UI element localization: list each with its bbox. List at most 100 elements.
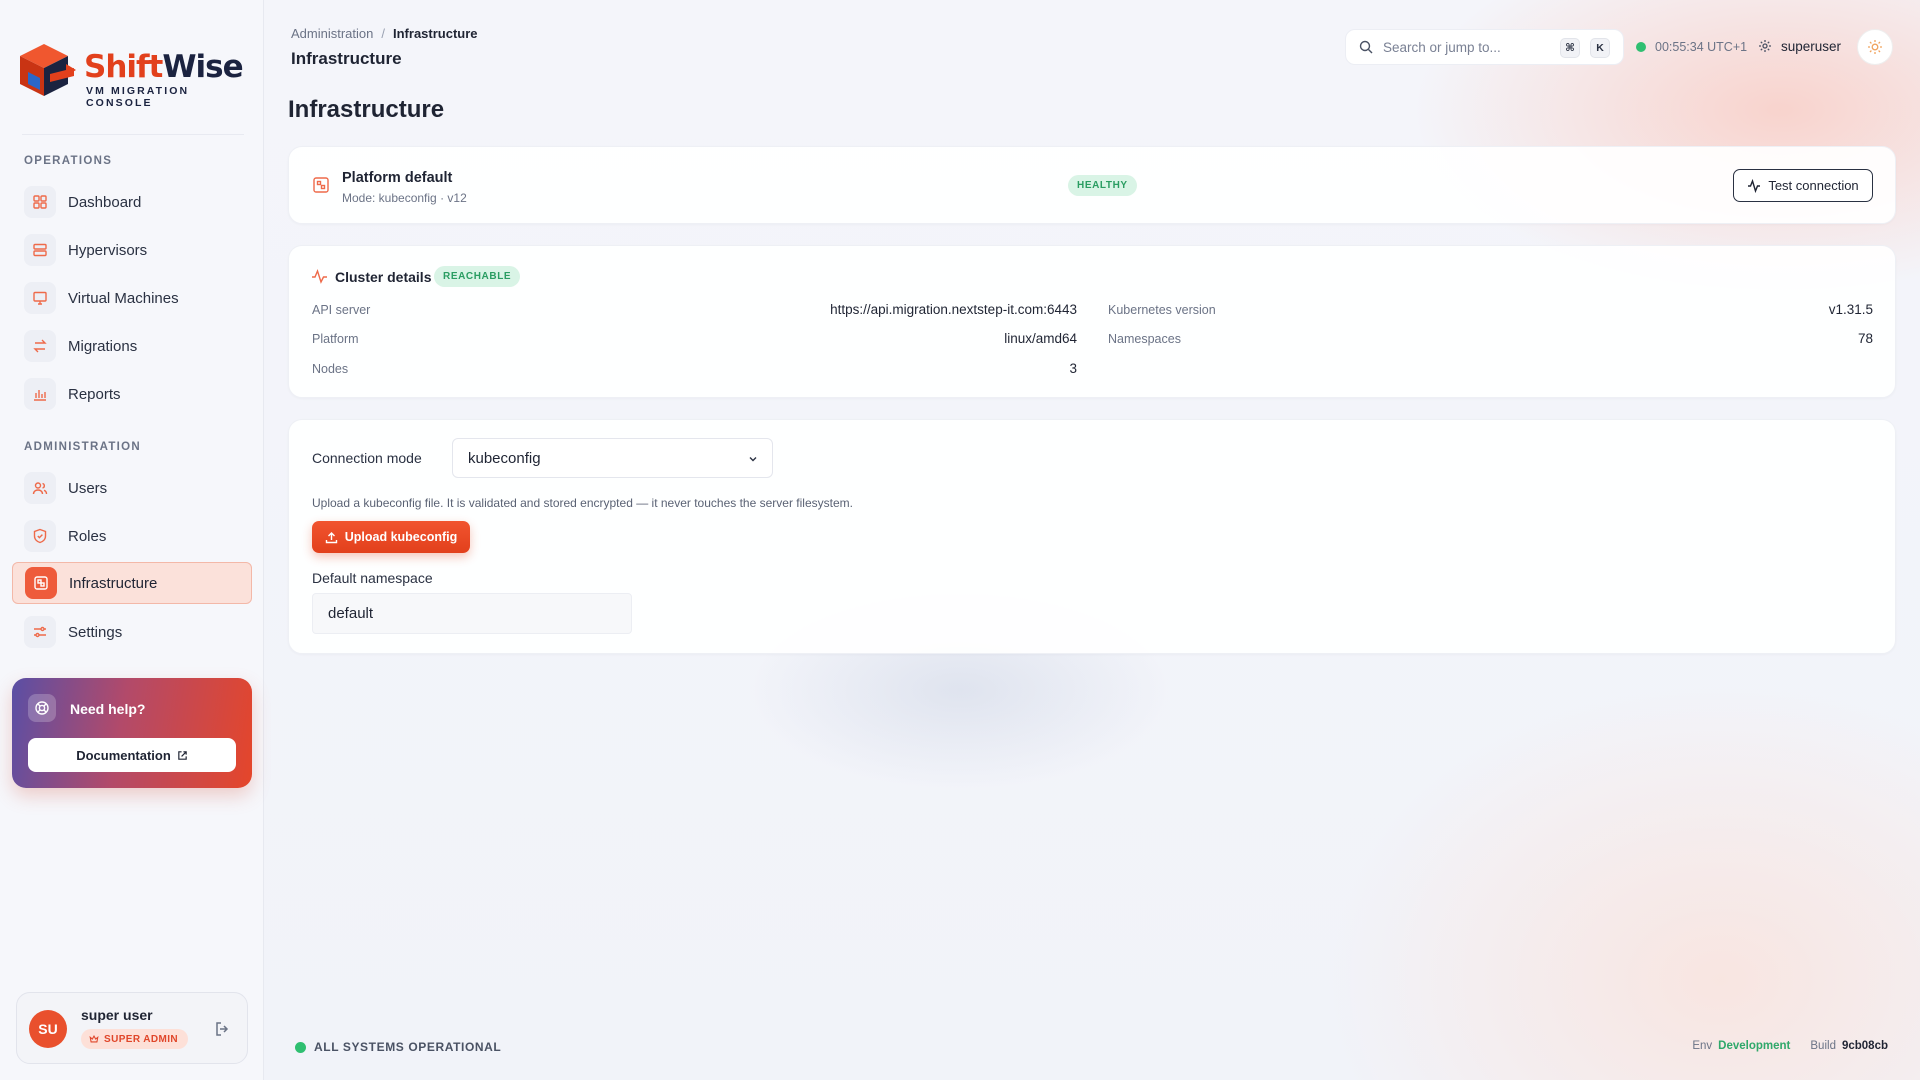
- brand-subtitle: VM MIGRATION CONSOLE: [86, 85, 190, 109]
- build-label: Build: [1810, 1040, 1836, 1052]
- shield-icon: [24, 520, 56, 552]
- help-card: Need help? Documentation: [12, 678, 252, 788]
- cluster-details-title: Cluster details: [335, 269, 432, 285]
- page-title: Infrastructure: [288, 96, 445, 123]
- namespaces-value: 78: [1857, 331, 1873, 346]
- connection-card: Connection mode kubeconfig Upload a kube…: [288, 419, 1896, 654]
- platform-card: Platform default Mode: kubeconfig · v12 …: [288, 146, 1896, 224]
- users-icon: [24, 472, 56, 504]
- sun-icon: [1868, 40, 1882, 54]
- sidebar-item-settings[interactable]: Settings: [12, 611, 252, 653]
- sidebar-item-migrations[interactable]: Migrations: [12, 325, 252, 367]
- test-connection-button[interactable]: Test connection: [1733, 169, 1873, 202]
- connection-status-dot: [1636, 42, 1646, 52]
- system-status: ALL SYSTEMS OPERATIONAL: [314, 1040, 502, 1054]
- upload-helper-text: Upload a kubeconfig file. It is validate…: [312, 496, 853, 510]
- api-server-value: https://api.migration.nextstep-it.com:64…: [830, 302, 1077, 317]
- logout-icon[interactable]: [213, 1019, 233, 1039]
- env-value: Development: [1718, 1040, 1791, 1052]
- theme-toggle-button[interactable]: [1857, 29, 1893, 65]
- brand-name: ShiftWise: [84, 49, 244, 85]
- breadcrumb-item[interactable]: Administration: [291, 26, 373, 41]
- breadcrumb: Administration / Infrastructure: [291, 26, 478, 41]
- kubernetes-version-label: Kubernetes version: [1108, 303, 1216, 317]
- sidebar-item-label: Migrations: [68, 337, 138, 355]
- server-icon: [24, 234, 56, 266]
- footer-meta: Env Development Build 9cb08cb: [1692, 1040, 1888, 1052]
- grid-icon: [24, 186, 56, 218]
- upload-kubeconfig-label: Upload kubeconfig: [344, 530, 458, 544]
- nav-section-operations: OPERATIONS: [24, 155, 113, 167]
- clock: 00:55:34 UTC+1: [1655, 40, 1748, 54]
- header-title: Infrastructure: [291, 49, 402, 68]
- status-badge: HEALTHY: [1068, 175, 1137, 196]
- sidebar-item-roles[interactable]: Roles: [12, 515, 252, 557]
- activity-icon: [312, 268, 327, 284]
- sidebar-item-hypervisors[interactable]: Hypervisors: [12, 229, 252, 271]
- reachable-badge: REACHABLE: [434, 266, 521, 287]
- cluster-details-card: Cluster details REACHABLE API server htt…: [288, 245, 1896, 398]
- default-namespace-input[interactable]: [312, 593, 632, 634]
- documentation-label: Documentation: [76, 747, 171, 763]
- brand-logo[interactable]: ShiftWise VM MIGRATION CONSOLE: [14, 40, 250, 109]
- avatar[interactable]: SU: [29, 1010, 67, 1048]
- api-server-label: API server: [312, 303, 371, 317]
- sidebar-item-label: Roles: [68, 527, 107, 545]
- chevron-down-icon: [749, 457, 757, 462]
- env-label: Env: [1692, 1040, 1713, 1052]
- sidebar-item-label: Users: [68, 479, 108, 497]
- help-title: Need help?: [70, 701, 146, 717]
- sidebar-item-label: Dashboard: [68, 193, 142, 211]
- test-connection-label: Test connection: [1768, 178, 1859, 193]
- sliders-icon: [24, 616, 56, 648]
- connection-mode-select[interactable]: kubeconfig: [452, 438, 773, 478]
- activity-icon: [1748, 178, 1761, 193]
- sidebar-item-label: Settings: [68, 623, 123, 641]
- divider: [22, 134, 244, 135]
- nodes-value: 3: [1069, 361, 1077, 376]
- search-icon: [1359, 40, 1373, 54]
- nodes-label: Nodes: [312, 362, 349, 376]
- documentation-button[interactable]: Documentation: [28, 738, 236, 772]
- arrows-icon: [24, 330, 56, 362]
- sidebar-item-label: Hypervisors: [68, 241, 148, 259]
- sidebar-item-label: Virtual Machines: [68, 289, 179, 307]
- monitor-icon: [24, 282, 56, 314]
- breadcrumb-separator: /: [381, 26, 385, 41]
- upload-kubeconfig-button[interactable]: Upload kubeconfig: [312, 521, 470, 553]
- sidebar: ShiftWise VM MIGRATION CONSOLE OPERATION…: [0, 0, 264, 1080]
- search-box[interactable]: ⌘ K: [1345, 29, 1624, 65]
- sidebar-item-infrastructure[interactable]: Infrastructure: [12, 562, 252, 604]
- platform-label: Platform: [312, 332, 359, 346]
- external-link-icon: [178, 750, 187, 760]
- user-name: super user: [81, 1007, 153, 1023]
- bar-chart-icon: [24, 378, 56, 410]
- connection-mode-label: Connection mode: [312, 450, 422, 466]
- gear-icon[interactable]: [1758, 39, 1772, 53]
- connection-mode-value: kubeconfig: [468, 449, 541, 467]
- lifebuoy-icon: [28, 694, 56, 722]
- header-username[interactable]: superuser: [1781, 39, 1841, 54]
- platform-mode: Mode: kubeconfig · v12: [342, 191, 467, 205]
- sidebar-item-users[interactable]: Users: [12, 467, 252, 509]
- search-input[interactable]: [1383, 39, 1543, 55]
- crown-icon: [89, 1034, 99, 1043]
- breadcrumb-current: Infrastructure: [393, 26, 478, 41]
- sidebar-item-virtual-machines[interactable]: Virtual Machines: [12, 277, 252, 319]
- sidebar-item-reports[interactable]: Reports: [12, 373, 252, 415]
- user-card: SU super user SUPER ADMIN: [16, 992, 248, 1064]
- sidebar-item-dashboard[interactable]: Dashboard: [12, 181, 252, 223]
- cluster-icon: [313, 177, 329, 193]
- shortcut-key-cmd: ⌘: [1560, 38, 1580, 58]
- kubernetes-version-value: v1.31.5: [1828, 302, 1873, 317]
- platform-name: Platform default: [342, 170, 453, 186]
- shortcut-key-k: K: [1590, 38, 1610, 58]
- role-label: SUPER ADMIN: [104, 1033, 179, 1045]
- nav-section-administration: ADMINISTRATION: [24, 441, 142, 453]
- cluster-icon: [25, 567, 57, 599]
- role-badge: SUPER ADMIN: [81, 1029, 189, 1049]
- system-status-dot: [295, 1042, 306, 1053]
- build-value: 9cb08cb: [1841, 1040, 1888, 1052]
- logo-cube-icon: [20, 44, 76, 96]
- default-namespace-label: Default namespace: [312, 570, 433, 586]
